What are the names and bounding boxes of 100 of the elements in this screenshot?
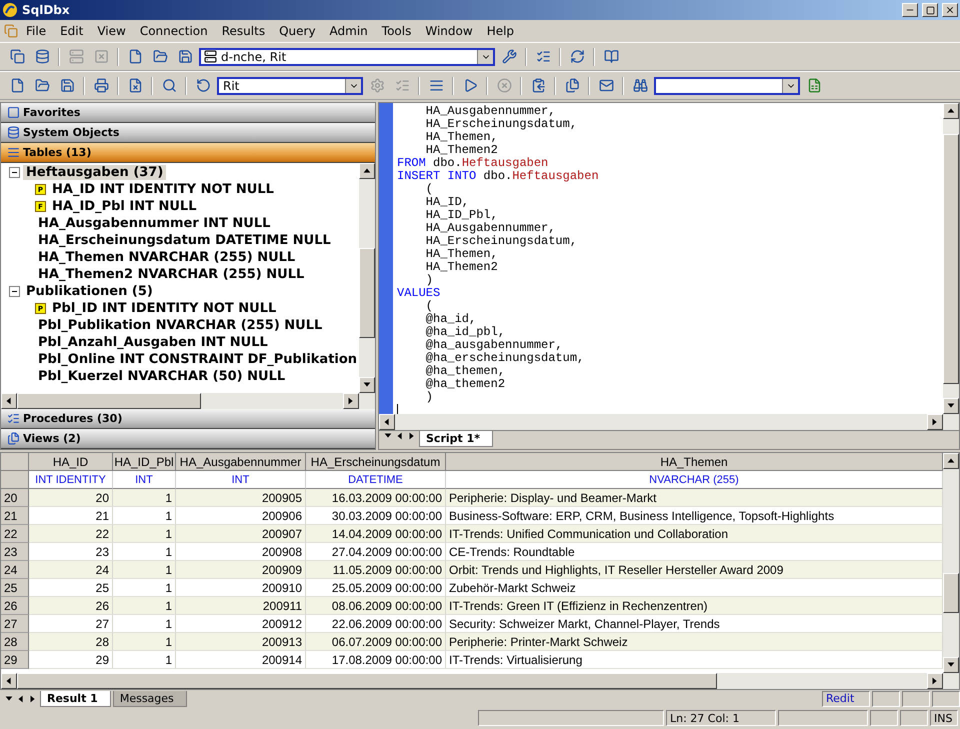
table-cell: 27.04.2009 00:00:00 (306, 543, 446, 561)
menu-item[interactable]: Tools (376, 22, 418, 40)
row-number: 26 (1, 597, 29, 615)
collapse-toggle[interactable] (9, 167, 20, 178)
save-icon (60, 78, 74, 93)
menu-item[interactable]: Query (273, 22, 322, 40)
tree-item[interactable]: HA_Themen NVARCHAR (255) NULL (35, 250, 298, 265)
tree-item[interactable]: Heftausgaben (37) (23, 165, 166, 180)
script-tab[interactable]: Script 1* (419, 431, 494, 447)
scroll-button[interactable] (943, 453, 959, 469)
folder-icon (152, 49, 168, 64)
sidebar-section[interactable]: System Objects (1, 123, 375, 143)
menu-item[interactable]: Connection (134, 22, 214, 40)
close-box-icon (94, 49, 108, 64)
tree-item[interactable]: Pbl_Online INT CONSTRAINT DF_Publikation (35, 352, 359, 367)
scroll-button[interactable] (927, 414, 943, 430)
maximize-button[interactable] (922, 3, 938, 17)
section-label: Tables (13) (23, 146, 92, 159)
scrollbar[interactable] (943, 453, 959, 673)
code-line: HA_Erscheinungsdatum, (424, 118, 578, 131)
column-header[interactable]: HA_ID (29, 453, 113, 471)
collapse-toggle[interactable] (9, 286, 20, 297)
table-cell: 24 (29, 561, 113, 579)
scroll-button[interactable] (927, 673, 943, 689)
stop-icon (496, 78, 512, 93)
code-line: INSERT INTO dbo.Heftausgaben (397, 170, 600, 183)
menu-item[interactable]: File (20, 22, 52, 40)
result-tab[interactable]: Result 1 (40, 690, 111, 706)
column-header[interactable]: HA_Ausgabennummer (176, 453, 306, 471)
sidebar-section[interactable]: Procedures (30) (1, 409, 375, 429)
folder-icon (34, 78, 50, 93)
scroll-button[interactable] (343, 393, 359, 409)
scrollbar[interactable] (943, 103, 959, 414)
tree-item[interactable]: Pbl_ID INT IDENTITY NOT NULL (49, 301, 280, 316)
section-icon (7, 412, 20, 425)
menu-item[interactable]: Window (419, 22, 479, 40)
horizontal-scrollbar[interactable] (1, 393, 375, 409)
tree-item[interactable]: HA_Themen2 NVARCHAR (255) NULL (35, 267, 308, 282)
scrollbar-thumb[interactable] (359, 248, 375, 338)
scroll-button[interactable] (1, 393, 17, 409)
table-cell: 26 (29, 597, 113, 615)
table-cell: 06.07.2009 00:00:00 (306, 633, 446, 651)
connection-select[interactable]: d-nche, Rit (199, 48, 495, 66)
table-cell: IT-Trends: Green IT (Effizienz in Rechenzentren) (446, 597, 943, 615)
code-line: HA_Themen2 (424, 144, 499, 157)
close-button[interactable] (942, 3, 958, 17)
tree-item[interactable]: HA_ID INT IDENTITY NOT NULL (49, 182, 277, 197)
sql-editor[interactable] (379, 103, 959, 414)
scrollbar[interactable] (359, 163, 375, 393)
database-select[interactable]: Rit (217, 76, 363, 94)
code-line: FROM dbo.Heftausgaben (397, 157, 550, 170)
column-header[interactable]: HA_ID_Pbl (113, 453, 176, 471)
tree-item[interactable]: Pbl_Kuerzel NVARCHAR (50) NULL (35, 369, 288, 384)
result-tab[interactable]: Messages (112, 690, 187, 706)
table-cell: 200908 (176, 543, 306, 561)
table-cell: Zubehör-Markt Schweiz (446, 579, 943, 597)
menu-item[interactable]: Results (216, 22, 272, 40)
tree-item[interactable]: HA_Erscheinungsdatum DATETIME NULL (35, 233, 334, 248)
menu-item[interactable]: Admin (324, 22, 374, 40)
tree-item[interactable]: Pbl_Anzahl_Ausgaben INT NULL (35, 335, 271, 350)
code-line: HA_ID_Pbl, (424, 209, 499, 222)
scroll-button[interactable] (1, 673, 17, 689)
document-icon (4, 24, 18, 38)
scroll-button[interactable] (943, 398, 959, 414)
code-line: @ha_themen, (424, 365, 506, 378)
scroll-button[interactable] (943, 103, 959, 119)
tree-item[interactable]: HA_Ausgabennummer INT NULL (35, 216, 274, 231)
sidebar-section[interactable]: Favorites (1, 103, 375, 123)
scrollbar-thumb[interactable] (943, 134, 959, 384)
scroll-button[interactable] (943, 657, 959, 673)
find-select[interactable] (654, 76, 800, 94)
menu-item[interactable]: View (91, 22, 132, 40)
column-header[interactable]: HA_Erscheinungsdatum (306, 453, 446, 471)
clipboard-icon (530, 78, 546, 93)
tree-item[interactable]: Pbl_Publikation NVARCHAR (255) NULL (35, 318, 326, 333)
horizontal-scrollbar[interactable] (1, 673, 959, 689)
tree-item[interactable]: HA_ID_Pbl INT NULL (49, 199, 200, 214)
sidebar-section[interactable]: Views (2) (1, 429, 375, 449)
files-icon (564, 78, 580, 93)
scrollbar-thumb[interactable] (17, 393, 201, 409)
code-line: @ha_themen2 (424, 378, 506, 391)
scroll-button[interactable] (379, 414, 395, 430)
scroll-button[interactable] (359, 377, 375, 393)
section-label: Views (2) (23, 432, 81, 445)
section-icon (7, 146, 20, 159)
minimize-button[interactable] (902, 3, 918, 17)
code-line: HA_ID, (424, 196, 470, 209)
horizontal-scrollbar[interactable] (379, 414, 959, 430)
menu-item[interactable]: Help (480, 22, 520, 40)
scrollbar-thumb[interactable] (17, 673, 717, 689)
menu-item[interactable]: Edit (54, 22, 90, 40)
scroll-button[interactable] (359, 163, 375, 179)
tools-icon (502, 49, 516, 64)
tree-item[interactable]: Publikationen (5) (23, 284, 156, 299)
section-label: Favorites (23, 106, 80, 119)
table-cell: 23 (29, 543, 113, 561)
scrollbar-thumb[interactable] (943, 573, 959, 613)
spreadsheet-icon (806, 78, 822, 93)
sidebar-section[interactable]: Tables (13) (1, 143, 375, 163)
column-header[interactable]: HA_Themen (446, 453, 943, 471)
